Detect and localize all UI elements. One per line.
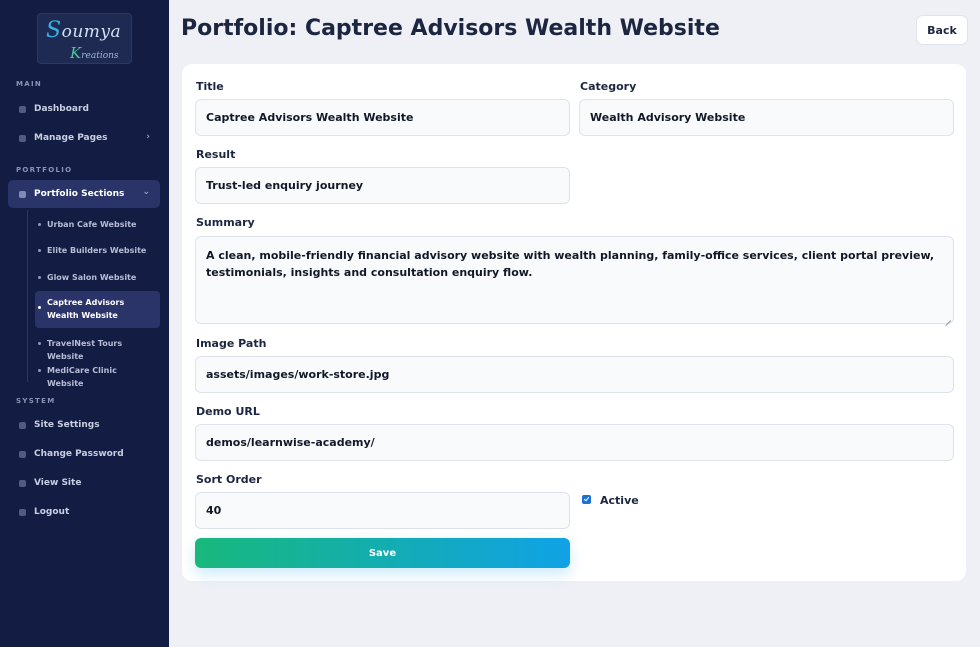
image-path-label: Image Path [196, 337, 267, 350]
sort-order-label: Sort Order [196, 473, 262, 486]
portfolio-icon [19, 190, 26, 198]
sidebar-subitem-label: Captree Advisors Wealth Website [47, 298, 125, 320]
save-button[interactable]: Save [195, 538, 570, 568]
sidebar-item-label: Site Settings [34, 420, 100, 430]
chevron-right-icon: › [146, 132, 150, 142]
result-label: Result [196, 148, 236, 161]
result-input[interactable]: Trust-led enquiry journey [195, 167, 570, 204]
sidebar: Soumya Kreations MAIN Dashboard Manage P… [0, 0, 169, 647]
sidebar-item-label: Logout [34, 507, 70, 517]
bullet-icon [38, 249, 41, 252]
active-checkbox[interactable] [582, 495, 591, 504]
sidebar-subitem-label: Urban Cafe Website [47, 220, 137, 229]
sidebar-item-manage-pages[interactable]: Manage Pages › [8, 124, 160, 152]
sidebar-item-label: Change Password [34, 449, 124, 459]
chevron-down-icon: ⌄ [142, 187, 150, 197]
sort-order-input[interactable]: 40 [195, 492, 570, 529]
logout-icon [19, 508, 26, 516]
back-button[interactable]: Back [916, 15, 968, 45]
sidebar-item-label: Manage Pages [34, 133, 108, 143]
title-label: Title [196, 80, 224, 93]
sidebar-subitem-elite-builders[interactable]: Elite Builders Website [35, 241, 160, 260]
sidebar-subitem-label: Glow Salon Website [47, 273, 137, 282]
sidebar-item-logout[interactable]: Logout [8, 498, 160, 526]
section-label-system: SYSTEM [16, 397, 56, 405]
submenu-guide-line [27, 210, 28, 382]
sidebar-subitem-medicare-clinic[interactable]: MediCare Clinic Website [35, 361, 160, 393]
pages-icon [19, 134, 26, 142]
sidebar-item-label: Dashboard [34, 104, 89, 114]
summary-label: Summary [196, 216, 255, 229]
category-label: Category [580, 80, 637, 93]
section-label-main: MAIN [16, 80, 43, 88]
settings-icon [19, 421, 26, 429]
sidebar-item-dashboard[interactable]: Dashboard [8, 95, 160, 123]
resize-handle-icon[interactable] [944, 314, 951, 321]
active-label[interactable]: Active [600, 494, 639, 507]
bullet-icon [38, 306, 41, 309]
sidebar-item-site-settings[interactable]: Site Settings [8, 411, 160, 439]
sidebar-item-label: Portfolio Sections [34, 189, 125, 199]
summary-text: A clean, mobile-friendly financial advis… [206, 249, 935, 279]
sidebar-subitem-captree-advisors[interactable]: Captree Advisors Wealth Website [35, 291, 160, 328]
sidebar-item-label: View Site [34, 478, 82, 488]
sidebar-item-change-password[interactable]: Change Password [8, 440, 160, 468]
category-input[interactable]: Wealth Advisory Website [579, 99, 954, 136]
sidebar-subitem-urban-cafe[interactable]: Urban Cafe Website [35, 215, 160, 234]
bullet-icon [38, 276, 41, 279]
summary-textarea[interactable]: A clean, mobile-friendly financial advis… [195, 236, 954, 324]
demo-url-input[interactable]: demos/learnwise-academy/ [195, 424, 954, 461]
bullet-icon [38, 223, 41, 226]
sidebar-subitem-label: Elite Builders Website [47, 246, 147, 255]
demo-url-label: Demo URL [196, 405, 260, 418]
dashboard-icon [19, 105, 26, 113]
image-path-input[interactable]: assets/images/work-store.jpg [195, 356, 954, 393]
section-label-portfolio: PORTFOLIO [16, 166, 73, 174]
brand-logo[interactable]: Soumya Kreations [37, 13, 132, 64]
bullet-icon [38, 369, 41, 372]
sidebar-subitem-glow-salon[interactable]: Glow Salon Website [35, 268, 160, 287]
bullet-icon [38, 342, 41, 345]
sidebar-subitem-label: MediCare Clinic Website [47, 366, 117, 388]
sidebar-item-portfolio-sections[interactable]: Portfolio Sections ⌄ [8, 180, 160, 208]
sidebar-subitem-label: TravelNest Tours Website [47, 339, 123, 361]
title-input[interactable]: Captree Advisors Wealth Website [195, 99, 570, 136]
page-title: Portfolio: Captree Advisors Wealth Websi… [181, 16, 720, 41]
sidebar-item-view-site[interactable]: View Site [8, 469, 160, 497]
lock-icon [19, 450, 26, 458]
external-link-icon [19, 479, 26, 487]
